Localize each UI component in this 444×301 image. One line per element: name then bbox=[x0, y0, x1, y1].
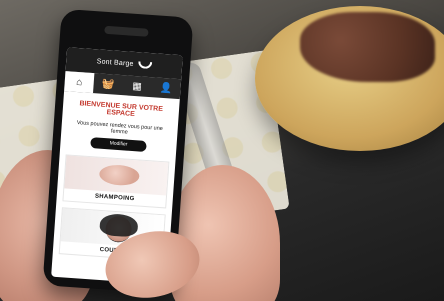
tab-profile[interactable]: 👤 bbox=[151, 77, 181, 99]
welcome-title: BIENVENUE SUR VOTRE ESPACE bbox=[79, 100, 164, 119]
tab-home[interactable]: ⌂ bbox=[64, 71, 95, 94]
service-card-shampoing[interactable]: SHAMPOING bbox=[62, 154, 170, 209]
scene: Sont Barge ⌂ 🧺 ▦ 👤 BIENVENUE SUR VOTRE E… bbox=[0, 0, 444, 301]
phone-speaker bbox=[104, 25, 149, 37]
service-image-shampoing bbox=[64, 155, 169, 196]
brand: Sont Barge bbox=[96, 57, 152, 69]
home-icon: ⌂ bbox=[75, 76, 83, 88]
modify-button[interactable]: Modifier bbox=[90, 137, 147, 152]
calendar-icon: ▦ bbox=[131, 80, 143, 92]
user-icon: 👤 bbox=[159, 82, 173, 95]
basket-icon: 🧺 bbox=[101, 78, 115, 91]
question-text: Vous pouvez rendez vous pour une femme bbox=[76, 120, 163, 136]
meat bbox=[300, 12, 435, 82]
tab-calendar[interactable]: ▦ bbox=[122, 75, 152, 97]
tab-basket[interactable]: 🧺 bbox=[93, 73, 123, 95]
mustache-icon bbox=[137, 60, 152, 69]
brand-text: Sont Barge bbox=[96, 57, 134, 68]
